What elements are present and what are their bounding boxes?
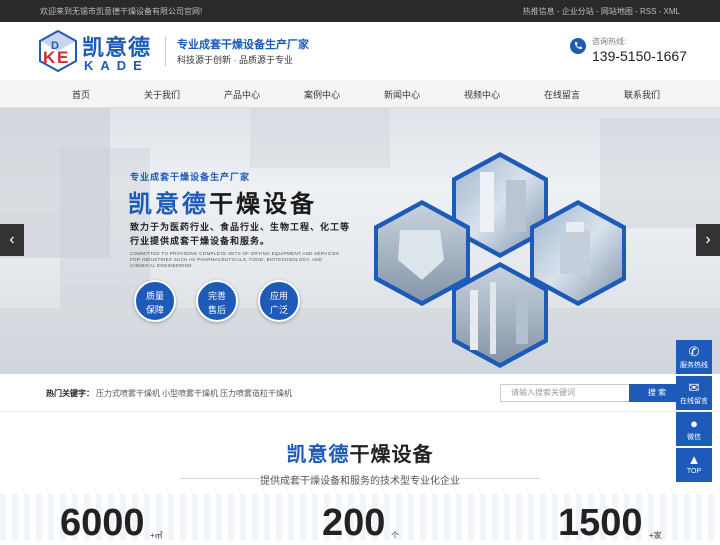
link-separator: -: [554, 7, 562, 16]
nav-products[interactable]: 产品中心: [224, 88, 260, 101]
section-title-rest: 干燥设备: [349, 444, 434, 466]
sidebar-label: TOP: [686, 468, 702, 475]
banner-title-rest: 干燥设备: [209, 191, 317, 218]
header-divider: [165, 36, 166, 66]
stat-area-value: 6000: [60, 502, 145, 544]
top-link-substation[interactable]: 企业分站: [562, 7, 594, 16]
sidebar-message-button[interactable]: ✉ 在线留言: [676, 376, 712, 410]
banner-pretitle: 专业成套干燥设备生产厂家: [130, 172, 251, 182]
top-link-xml[interactable]: XML: [664, 7, 680, 16]
badge-quality: 质量 保障: [134, 280, 176, 322]
sidebar-label: 微信: [687, 434, 701, 441]
arrow-up-icon: ▲: [687, 452, 701, 467]
nav-message[interactable]: 在线留言: [544, 88, 580, 101]
main-nav: 首页 关于我们 产品中心 案例中心 新闻中心 视频中心 在线留言 联系我们: [0, 80, 720, 108]
section-subtitle: 提供成套干燥设备和服务的技术型专业化企业: [260, 476, 460, 487]
nav-contact[interactable]: 联系我们: [624, 88, 660, 101]
keyword-link[interactable]: 压力式喷雾干燥机: [96, 388, 160, 399]
badge-line: 应用: [269, 291, 288, 301]
banner-next-button[interactable]: ›: [696, 224, 720, 256]
link-separator: -: [632, 7, 640, 16]
badge-service: 完善 售后: [196, 280, 238, 322]
background-building: [250, 108, 390, 168]
banner-title: 凯意德干燥设备: [128, 184, 317, 219]
nav-about[interactable]: 关于我们: [144, 88, 180, 101]
chat-icon: ✉: [688, 380, 700, 395]
nav-videos[interactable]: 视频中心: [464, 88, 500, 101]
banner-desc-line1: 致力于为医药行业、食品行业、生物工程、化工等: [130, 222, 351, 232]
link-separator: -: [593, 7, 601, 16]
badge-line: 质量: [145, 291, 164, 301]
hotline-number[interactable]: 139-5150-1667: [592, 48, 687, 64]
stat-count-unit: 个: [391, 531, 399, 540]
badge-application: 应用 广泛: [258, 280, 300, 322]
sidebar-label: 在线留言: [680, 398, 708, 405]
keyword-link[interactable]: 压力喷雾造粒干燥机: [220, 388, 292, 399]
stat-count-value: 200: [322, 502, 386, 544]
header-slogan-sub: 科技源于创新 · 品质源于专业: [177, 55, 293, 65]
sidebar-label: 服务热线: [680, 362, 708, 369]
banner-desc-line2: 行业提供成套干燥设备和服务。: [130, 236, 271, 246]
badge-line: 广泛: [269, 305, 288, 315]
section-title-brand: 凯意德: [286, 444, 350, 466]
banner-desc-english: COMMITTED TO PROVIDING COMPLETE SETS OF …: [130, 251, 340, 268]
equipment-hexagons: [374, 152, 626, 368]
nav-cases[interactable]: 案例中心: [304, 88, 340, 101]
hot-keywords-label: 热门关键字：: [46, 389, 94, 398]
svg-text:D: D: [51, 40, 59, 52]
sidebar-top-button[interactable]: ▲ TOP: [676, 448, 712, 482]
badge-line: 保障: [145, 305, 164, 315]
stat-clients-value: 1500: [558, 502, 643, 544]
hero-banner[interactable]: 专业成套干燥设备生产厂家 凯意德干燥设备 致力于为医药行业、食品行业、生物工程、…: [0, 108, 720, 374]
top-link-rss[interactable]: RSS: [640, 7, 656, 16]
sidebar-hotline-button[interactable]: ✆ 服务热线: [676, 340, 712, 374]
site-logo[interactable]: K E D 凯意德 KADE: [38, 30, 156, 74]
phone-icon: ✆: [688, 344, 700, 359]
site-header: K E D 凯意德 KADE 专业成套干燥设备生产厂家 科技源于创新 · 品质源…: [0, 22, 720, 80]
phone-icon: [570, 38, 586, 54]
nav-home[interactable]: 首页: [72, 88, 90, 101]
section-title: 凯意德干燥设备: [0, 438, 720, 467]
sidebar-wechat-button[interactable]: ● 微信: [676, 412, 712, 446]
stat-clients-unit: +家: [649, 531, 662, 540]
stat-area-unit: +㎡: [150, 531, 163, 540]
logo-mark-icon: K E D: [39, 30, 77, 72]
badge-line: 售后: [207, 305, 226, 315]
keyword-link[interactable]: 小型喷雾干燥机: [162, 388, 218, 399]
wechat-icon: ●: [690, 416, 698, 431]
banner-prev-button[interactable]: ‹: [0, 224, 24, 256]
top-links: 热推信息 - 企业分站 - 网站地图 - RSS - XML: [523, 6, 680, 17]
welcome-text: 欢迎来到无锡市凯意德干燥设备有限公司官网!: [40, 7, 203, 16]
hotline-label: 咨询热线:: [592, 37, 627, 46]
nav-news[interactable]: 新闻中心: [384, 88, 420, 101]
logo-english-name: KADE: [84, 58, 149, 73]
banner-title-brand: 凯意德: [128, 191, 209, 218]
header-slogan-main: 专业成套干燥设备生产厂家: [177, 39, 309, 51]
badge-line: 完善: [207, 291, 226, 301]
link-separator: -: [656, 7, 664, 16]
top-bar: 欢迎来到无锡市凯意德干燥设备有限公司官网! 热推信息 - 企业分站 - 网站地图…: [0, 0, 720, 22]
top-link-sitemap[interactable]: 网站地图: [601, 7, 633, 16]
top-link-hot-info[interactable]: 热推信息: [523, 7, 555, 16]
search-input[interactable]: 请输入搜索关键词: [500, 384, 630, 402]
keyword-bar: 热门关键字： 压力式喷雾干燥机 小型喷雾干燥机 压力喷雾造粒干燥机 请输入搜索关…: [0, 374, 720, 412]
